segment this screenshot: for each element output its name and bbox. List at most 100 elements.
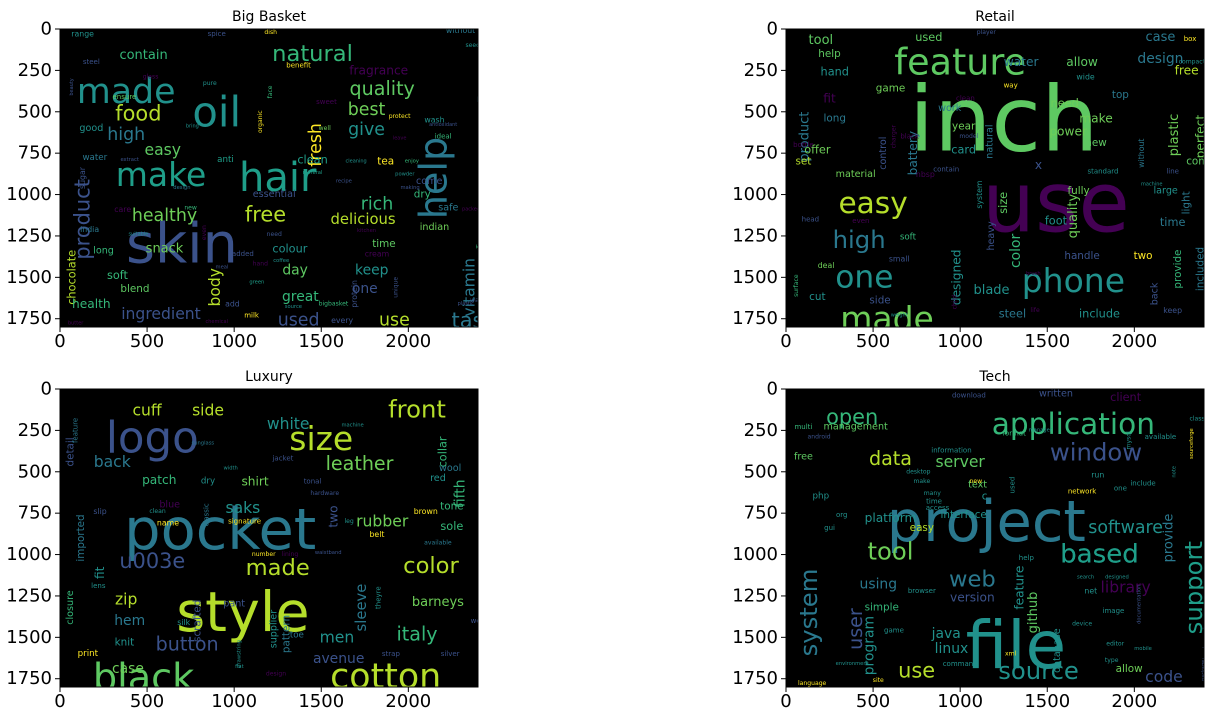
- word: download: [952, 392, 986, 400]
- word: language: [798, 680, 827, 687]
- word: silver: [441, 650, 460, 658]
- word: cuff: [132, 402, 162, 420]
- word: side: [192, 402, 224, 420]
- word: bring: [186, 124, 199, 130]
- word: light: [1181, 191, 1193, 214]
- word: manager: [1029, 427, 1053, 433]
- word: chemical: [206, 319, 228, 325]
- word: card: [951, 143, 976, 156]
- word: designed: [1105, 575, 1129, 581]
- word: design: [266, 670, 286, 677]
- y-tick-label: 750: [18, 503, 52, 524]
- word: toe: [290, 631, 304, 641]
- word: nbsp: [916, 170, 935, 179]
- word: belt: [369, 530, 384, 539]
- word: without: [446, 26, 475, 35]
- word: available: [1145, 433, 1177, 441]
- word: plastic: [1167, 114, 1182, 156]
- word: ideal: [435, 133, 452, 141]
- word: management: [824, 422, 889, 433]
- word: mineral: [303, 170, 323, 176]
- word: easy: [910, 522, 934, 534]
- x-tick-label: 500: [130, 331, 164, 352]
- word: case: [1146, 30, 1176, 45]
- word: wide: [1076, 73, 1094, 82]
- word: line: [1166, 167, 1179, 175]
- word: set: [795, 155, 811, 167]
- word: child: [951, 295, 958, 310]
- word: weight: [891, 312, 908, 318]
- y-tick-label: 250: [18, 60, 52, 81]
- word: classic: [202, 503, 210, 526]
- word: small: [889, 255, 910, 264]
- word: data: [869, 447, 912, 470]
- panel-title: Luxury: [245, 369, 293, 385]
- y-tick-label: 500: [18, 101, 52, 122]
- word: print: [78, 649, 99, 659]
- word: based: [1060, 540, 1139, 570]
- word: side: [869, 295, 890, 307]
- y-tick-label: 1750: [6, 308, 52, 329]
- word: barneys: [412, 595, 464, 610]
- word: extract: [120, 157, 138, 163]
- word: scrafted: [192, 600, 204, 642]
- word: fragrance: [349, 63, 408, 77]
- panel-retail: Retailinchusefeaturephonemadeoneeasyhigh…: [732, 9, 1205, 352]
- word: way: [1004, 81, 1018, 89]
- word: colour: [272, 243, 307, 256]
- word: access: [926, 504, 950, 512]
- word: allow: [1116, 663, 1143, 675]
- x-tick-label: 1500: [298, 331, 344, 352]
- word: plastic: [458, 301, 475, 307]
- word: even: [201, 225, 208, 240]
- x-tick-label: 1000: [211, 691, 257, 712]
- x-tick-label: 1500: [298, 691, 344, 712]
- word: dry: [201, 477, 215, 487]
- word: brush: [1026, 271, 1041, 277]
- word: every: [331, 316, 353, 325]
- word: u003e: [119, 549, 185, 573]
- word: back: [94, 453, 131, 471]
- word: perfect: [485, 172, 505, 234]
- word: great: [282, 289, 319, 305]
- figure-canvas: Big Basketskinoilhair helpmademakenatural…: [6, 9, 1205, 712]
- word: two: [326, 505, 340, 527]
- word: width: [224, 465, 238, 471]
- y-tick-label: 500: [18, 461, 52, 482]
- word: tea: [377, 155, 394, 167]
- word: color: [403, 553, 459, 579]
- word: india: [80, 225, 99, 234]
- word: soft: [900, 233, 917, 243]
- word: red: [430, 473, 446, 484]
- x-tick-label: 500: [856, 331, 890, 352]
- word: meal: [216, 264, 229, 270]
- word: health: [72, 297, 111, 311]
- word: game: [876, 83, 905, 95]
- word: tonal: [304, 478, 322, 486]
- word: handle: [1064, 250, 1099, 262]
- word: delicious: [330, 211, 395, 228]
- x-tick-label: 2000: [385, 331, 431, 352]
- word: supplier: [269, 610, 280, 648]
- word: clean: [149, 508, 166, 515]
- word: desktop: [906, 468, 930, 475]
- word: year: [952, 121, 976, 133]
- word: fit: [823, 92, 836, 106]
- word: give: [348, 120, 385, 140]
- word: type: [1105, 657, 1119, 664]
- y-tick-label: 1000: [6, 544, 52, 565]
- word: class: [1189, 415, 1204, 422]
- word: provide: [1172, 250, 1184, 289]
- panel-tech: Techfileprojectapplicationbasedwindowsou…: [732, 369, 1205, 712]
- word: men: [320, 628, 355, 646]
- word: use: [898, 658, 935, 682]
- word: used: [915, 31, 942, 44]
- word: antioxidant: [429, 122, 457, 128]
- word: recipe: [336, 178, 352, 184]
- word: soft: [107, 269, 129, 282]
- word: multi: [794, 423, 812, 431]
- word: unique: [393, 277, 400, 298]
- word: kitchen: [476, 245, 494, 251]
- word: clean: [297, 153, 327, 166]
- word: leave: [393, 135, 407, 141]
